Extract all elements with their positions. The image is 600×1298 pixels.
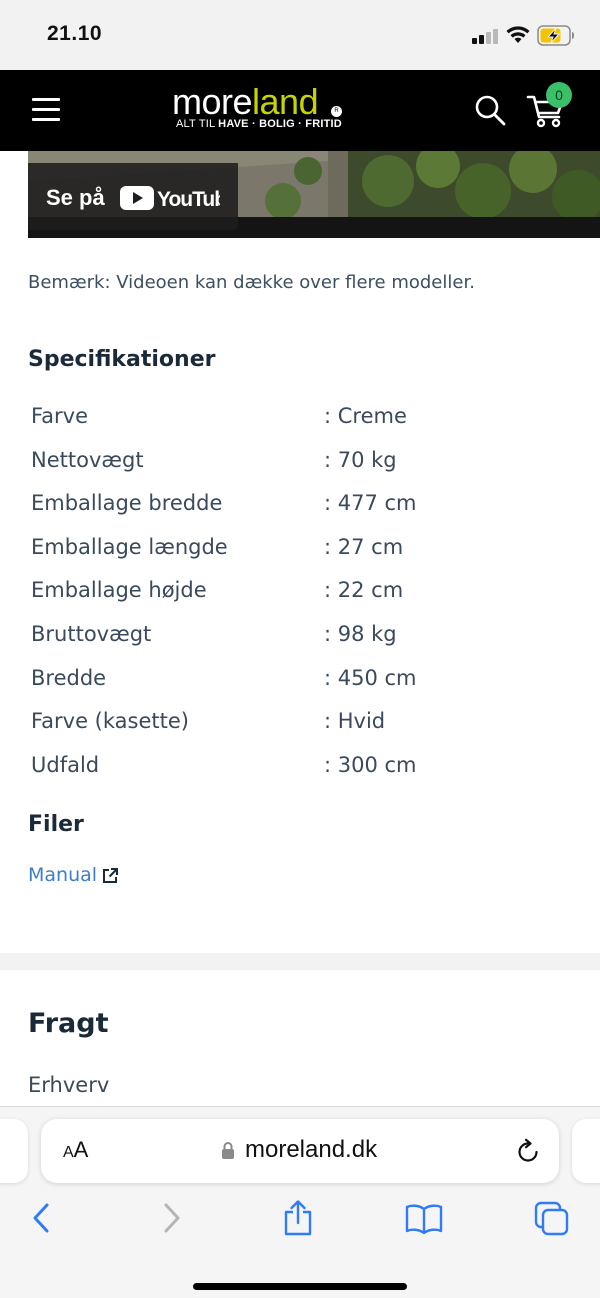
spec-value: : 477 cm xyxy=(324,491,417,516)
cellular-signal-icon xyxy=(472,28,500,44)
status-time: 21.10 xyxy=(47,22,103,45)
battery-charging-icon xyxy=(537,25,574,46)
moreland-logo[interactable]: moreland R ALT TIL HAVE · BOLIG · FRITID xyxy=(172,84,352,136)
youtube-logo-icon: YouTube xyxy=(120,186,220,211)
logo-wordmark: moreland xyxy=(172,81,319,122)
logo-tagline: ALT TIL HAVE · BOLIG · FRITID xyxy=(176,118,342,130)
spec-value: : Creme xyxy=(324,404,407,428)
site-header: moreland R ALT TIL HAVE · BOLIG · FRITID xyxy=(0,70,600,151)
wifi-icon xyxy=(506,26,530,43)
external-link-icon xyxy=(103,867,119,883)
spec-row: Nettovægt : 70 kg xyxy=(31,440,551,484)
spec-value: : 70 kg xyxy=(324,447,397,472)
spec-key: Bruttovægt xyxy=(31,621,152,646)
spec-value: : 300 cm xyxy=(324,752,417,777)
previous-tab-card[interactable] xyxy=(0,1119,28,1183)
product-video[interactable]: Se på YouTube xyxy=(28,151,600,238)
spec-row: Emballage længde : 27 cm xyxy=(31,527,551,571)
spec-key: Farve (kasette) xyxy=(31,709,189,734)
section-divider xyxy=(0,953,600,970)
spec-key: Emballage længde xyxy=(31,534,228,559)
back-icon[interactable] xyxy=(30,1203,52,1233)
text-size-button[interactable]: AA xyxy=(63,1137,88,1163)
spec-row: Emballage højde : 22 cm xyxy=(31,570,551,614)
video-disclaimer: Bemærk: Videoen kan dække over flere mod… xyxy=(28,272,475,293)
watch-on-youtube-button[interactable]: Se på YouTube xyxy=(28,163,238,230)
spec-row: Emballage bredde : 477 cm xyxy=(31,483,551,527)
share-icon[interactable] xyxy=(282,1199,314,1237)
hamburger-menu-icon[interactable] xyxy=(32,98,60,122)
spec-value: : 27 cm xyxy=(324,534,404,559)
freight-heading: Fragt xyxy=(28,1008,109,1039)
spec-row: Farve : Creme xyxy=(31,396,551,440)
files-heading: Filer xyxy=(28,812,84,837)
manual-link-label: Manual xyxy=(28,864,98,886)
spec-value: : Hvid xyxy=(324,709,386,734)
address-bar[interactable]: AA moreland.dk xyxy=(41,1119,559,1183)
watch-on-label: Se på xyxy=(46,185,105,210)
spec-row: Bredde : 450 cm xyxy=(31,658,551,702)
search-icon[interactable] xyxy=(474,94,506,126)
browser-toolbar: AA moreland.dk xyxy=(0,1106,600,1298)
spec-key: Udfald xyxy=(31,752,100,777)
spec-key: Emballage højde xyxy=(31,578,207,603)
home-indicator[interactable] xyxy=(193,1283,407,1290)
status-bar: 21.10 xyxy=(0,0,600,70)
specifications-table: Farve : Creme Nettovægt : 70 kg Emballage … xyxy=(31,396,551,788)
specifications-heading: Specifikationer xyxy=(28,347,216,372)
spec-key: Emballage bredde xyxy=(31,491,223,516)
spec-value: : 22 cm xyxy=(324,578,404,603)
bookmarks-icon[interactable] xyxy=(405,1203,443,1235)
tabs-icon[interactable] xyxy=(534,1201,570,1237)
spec-row: Bruttovægt : 98 kg xyxy=(31,614,551,658)
registered-mark: R xyxy=(331,106,342,117)
spec-key: Farve xyxy=(31,404,89,428)
next-tab-card[interactable] xyxy=(572,1119,600,1183)
manual-link[interactable]: Manual xyxy=(28,864,119,886)
lock-icon xyxy=(222,1142,234,1159)
spec-value: : 450 cm xyxy=(324,665,417,690)
spec-value: : 98 kg xyxy=(324,621,397,646)
forward-icon[interactable] xyxy=(161,1203,183,1233)
spec-key: Nettovægt xyxy=(31,447,144,472)
spec-row: Udfald : 300 cm xyxy=(31,745,551,789)
cart-count-badge[interactable]: 0 xyxy=(546,82,572,108)
freight-option-business: Erhverv xyxy=(28,1073,110,1097)
reload-icon[interactable] xyxy=(515,1138,541,1164)
url-text: moreland.dk xyxy=(245,1136,378,1163)
svg-text:YouTube: YouTube xyxy=(157,188,220,211)
spec-row: Farve (kasette) : Hvid xyxy=(31,701,551,745)
spec-key: Bredde xyxy=(31,665,107,690)
